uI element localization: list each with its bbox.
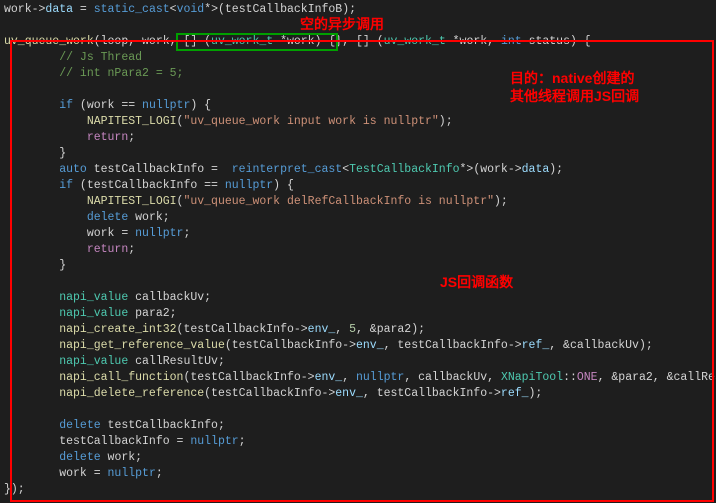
code-line: work-> — [4, 3, 45, 16]
code-editor: work->data = static_cast<void*>(testCall… — [0, 0, 716, 500]
code-comment: // Js Thread — [4, 51, 142, 64]
code-line: uv_queue_work — [4, 35, 94, 48]
code-comment: // int nPara2 = 5; — [4, 67, 183, 80]
